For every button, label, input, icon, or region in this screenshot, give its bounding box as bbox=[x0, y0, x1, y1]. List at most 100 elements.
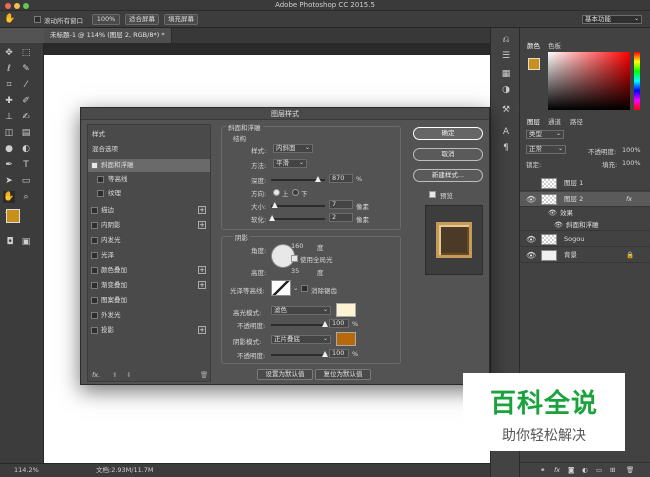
new-group-icon[interactable]: ▭ bbox=[596, 466, 602, 474]
gradient-tool-icon[interactable]: ▤ bbox=[20, 127, 32, 139]
history-brush-tool-icon[interactable]: ✍ bbox=[20, 111, 32, 123]
zoom-tool-icon[interactable]: ⌕ bbox=[20, 191, 32, 203]
style-item-inner-glow[interactable]: 内发光 bbox=[88, 234, 210, 247]
styles-header[interactable]: 样式 bbox=[88, 128, 210, 141]
visibility-eye-icon[interactable]: 👁 bbox=[526, 232, 536, 247]
tab-layers[interactable]: 图层 bbox=[527, 116, 540, 126]
blend-mode-select[interactable]: 正常 bbox=[526, 145, 566, 154]
soften-value[interactable]: 2 bbox=[329, 213, 353, 222]
style-checkbox-checked[interactable] bbox=[91, 162, 98, 169]
cancel-button[interactable]: 取消 bbox=[413, 148, 483, 161]
style-checkbox[interactable] bbox=[91, 237, 98, 244]
style-checkbox[interactable] bbox=[91, 252, 98, 259]
healing-tool-icon[interactable]: ✚ bbox=[3, 95, 15, 107]
type-tool-icon[interactable]: T bbox=[20, 159, 32, 171]
pen-tool-icon[interactable]: ✒ bbox=[3, 159, 15, 171]
delete-effect-icon[interactable]: 🗑 bbox=[200, 371, 208, 379]
depth-value[interactable]: 870 bbox=[329, 174, 353, 183]
angle-value[interactable]: 160 bbox=[291, 242, 303, 250]
add-color-overlay-icon[interactable]: + bbox=[198, 266, 206, 274]
properties-panel-icon[interactable]: ☰ bbox=[500, 50, 512, 62]
lasso-tool-icon[interactable]: ℓ bbox=[3, 63, 15, 75]
highlight-color-swatch[interactable] bbox=[336, 303, 356, 317]
style-checkbox[interactable] bbox=[97, 190, 104, 197]
gloss-contour-preview[interactable] bbox=[271, 280, 291, 296]
marquee-tool-icon[interactable]: ⬚ bbox=[20, 47, 32, 59]
set-default-button[interactable]: 设置为默认值 bbox=[257, 369, 313, 380]
eyedropper-tool-icon[interactable]: ⁄ bbox=[20, 79, 32, 91]
add-drop-shadow-icon[interactable]: + bbox=[198, 326, 206, 334]
opacity-value[interactable]: 100% bbox=[622, 146, 641, 154]
paragraph-panel-icon[interactable]: ¶ bbox=[500, 142, 512, 154]
tools-preset-icon[interactable]: ⚒ bbox=[500, 104, 512, 116]
tab-color[interactable]: 颜色 bbox=[527, 40, 540, 50]
style-item-pattern-overlay[interactable]: 图案叠加 bbox=[88, 294, 210, 307]
direction-up-radio[interactable] bbox=[273, 189, 280, 196]
layer-filter-select[interactable]: 类型 bbox=[526, 130, 564, 139]
layer-row-selected[interactable]: 👁 图层 2 fx bbox=[520, 192, 650, 207]
add-gradient-overlay-icon[interactable]: + bbox=[198, 281, 206, 289]
new-style-button[interactable]: 新建样式... bbox=[413, 169, 483, 182]
effect-item-row[interactable]: 👁 斜面和浮雕 bbox=[520, 219, 650, 231]
hand-tool-icon[interactable]: ✋ bbox=[4, 13, 16, 25]
artboard-panel-icon[interactable]: ▦ bbox=[500, 68, 512, 80]
style-checkbox[interactable] bbox=[91, 267, 98, 274]
document-info[interactable]: 文档:2.93M/11.7M bbox=[96, 464, 154, 477]
style-checkbox[interactable] bbox=[97, 176, 104, 183]
style-item-bevel[interactable]: 斜面和浮雕 bbox=[88, 159, 210, 172]
style-checkbox[interactable] bbox=[91, 282, 98, 289]
crop-tool-icon[interactable]: ⌗ bbox=[3, 79, 15, 91]
technique-select[interactable]: 平滑 bbox=[273, 159, 307, 168]
fx-menu-icon[interactable]: fx. bbox=[92, 371, 100, 379]
adjustment-layer-icon[interactable]: ◐ bbox=[582, 466, 588, 474]
path-select-tool-icon[interactable]: ➤ bbox=[3, 175, 15, 187]
fx-badge[interactable]: fx bbox=[626, 192, 632, 207]
zoom-level[interactable]: 114.2% bbox=[14, 464, 39, 477]
ok-button[interactable]: 确定 bbox=[413, 127, 483, 140]
style-item-gradient-overlay[interactable]: 渐变叠加 + bbox=[88, 279, 210, 292]
style-item-outer-glow[interactable]: 外发光 bbox=[88, 309, 210, 322]
zoom-100-button[interactable]: 100% bbox=[92, 14, 120, 25]
style-item-stroke[interactable]: 描边 + bbox=[88, 204, 210, 217]
scroll-all-windows-checkbox[interactable] bbox=[34, 16, 41, 23]
screen-mode-icon[interactable]: ▣ bbox=[20, 236, 32, 248]
add-style-icon[interactable]: fx bbox=[554, 466, 560, 474]
layer-row[interactable]: 👁 Sogou bbox=[520, 232, 650, 247]
adjustments-panel-icon[interactable]: ◑ bbox=[500, 84, 512, 96]
style-checkbox[interactable] bbox=[91, 327, 98, 334]
shadow-mode-select[interactable]: 正片叠底 bbox=[271, 335, 331, 344]
size-slider[interactable] bbox=[271, 202, 325, 208]
character-panel-icon[interactable]: A bbox=[500, 126, 512, 138]
tab-paths[interactable]: 路径 bbox=[570, 116, 583, 126]
blend-options-item[interactable]: 混合选项 bbox=[88, 143, 210, 156]
effects-row[interactable]: 👁 效果 bbox=[520, 208, 650, 219]
layer-row[interactable]: 👁 背景 🔒 bbox=[520, 248, 650, 263]
size-value[interactable]: 7 bbox=[329, 200, 353, 209]
depth-slider[interactable] bbox=[271, 176, 325, 182]
eraser-tool-icon[interactable]: ◫ bbox=[3, 127, 15, 139]
bevel-style-select[interactable]: 内斜面 bbox=[273, 144, 313, 153]
style-item-drop-shadow[interactable]: 投影 + bbox=[88, 324, 210, 337]
visibility-eye-icon[interactable]: 👁 bbox=[526, 192, 536, 207]
quick-mask-icon[interactable]: ◘ bbox=[4, 236, 16, 248]
hand-tool-icon[interactable]: ✋ bbox=[3, 191, 15, 203]
visibility-eye-icon[interactable]: 👁 bbox=[526, 248, 536, 263]
dodge-tool-icon[interactable]: ◐ bbox=[20, 143, 32, 155]
style-item-texture[interactable]: 纹理 bbox=[88, 187, 210, 200]
shadow-opacity-slider[interactable] bbox=[271, 351, 328, 357]
delete-layer-icon[interactable]: 🗑 bbox=[626, 466, 634, 474]
style-checkbox[interactable] bbox=[91, 312, 98, 319]
add-mask-icon[interactable]: ◙ bbox=[568, 466, 574, 474]
style-item-color-overlay[interactable]: 颜色叠加 + bbox=[88, 264, 210, 277]
altitude-value[interactable]: 35 bbox=[291, 267, 299, 275]
hue-slider[interactable] bbox=[634, 52, 640, 110]
foreground-color-swatch[interactable] bbox=[6, 209, 20, 223]
style-checkbox[interactable] bbox=[91, 222, 98, 229]
move-down-icon[interactable]: ⬇ bbox=[126, 371, 131, 379]
fit-screen-button[interactable]: 适合屏幕 bbox=[125, 14, 159, 25]
shape-tool-icon[interactable]: ▭ bbox=[20, 175, 32, 187]
effects-eye-icon[interactable]: 👁 bbox=[548, 208, 557, 219]
document-tab[interactable]: 未标题-1 @ 114% (图层 2, RGB/8*) * bbox=[44, 28, 172, 43]
highlight-mode-select[interactable]: 滤色 bbox=[271, 306, 331, 315]
highlight-opacity-slider[interactable] bbox=[271, 321, 328, 327]
